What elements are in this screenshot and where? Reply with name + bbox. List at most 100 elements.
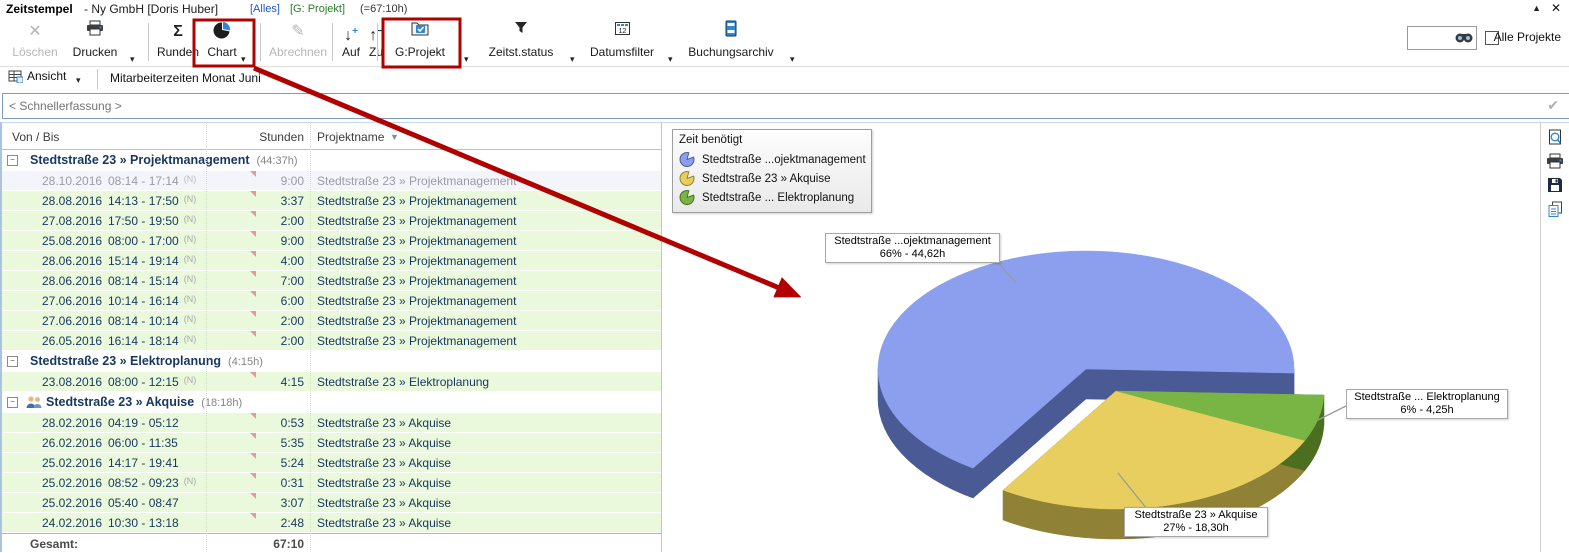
table-row[interactable]: 28.10.201608:14 - 17:14(N) 9:00 Stedtstr… (2, 171, 661, 191)
table-footer-row: Gesamt: 67:10 (2, 533, 661, 552)
pie-chart-icon (200, 20, 244, 44)
copy-pages-icon (1547, 201, 1564, 218)
print-chart-button[interactable] (1546, 153, 1564, 171)
column-header-von-bis[interactable]: Von / Bis (12, 130, 59, 144)
chart-dropdown-icon[interactable]: ▾ (241, 54, 246, 65)
delete-x-icon: ✕ (10, 20, 60, 44)
filter-funnel-icon (480, 20, 562, 44)
pie-label-projektmanagement: Stedtstraße ...ojektmanagement 66% - 44,… (825, 233, 1000, 263)
table-row[interactable]: 24.02.201610:30 - 13:18 2:48 Stedtstraße… (2, 513, 661, 533)
search-input[interactable] (1410, 29, 1456, 47)
table-body: − Stedtstraße 23 » Projektmanagement(44:… (2, 150, 661, 533)
grid-view-icon (8, 69, 23, 86)
table-row[interactable]: 25.08.201608:00 - 17:00(N) 9:00 Stedtstr… (2, 231, 661, 251)
legend-item: Stedtstraße ... Elektroplanung (679, 188, 865, 207)
total-hours: 67:10 (206, 537, 304, 551)
booking-archive-dropdown-icon[interactable]: ▾ (790, 54, 795, 65)
time-entries-table: Von / Bis Stunden Projektname ▼ − Stedts… (0, 122, 661, 552)
chart-panel: Zeit benötigt Stedtstraße ...ojektmanage… (661, 122, 1540, 552)
binoculars-icon (1454, 30, 1474, 44)
collapse-window-icon[interactable]: ▲ (1532, 3, 1541, 13)
printer-icon (66, 20, 124, 44)
group-row[interactable]: − Stedtstraße 23 » Akquise(18:18h) (2, 392, 661, 413)
team-icon (25, 395, 43, 412)
pie-label-akquise: Stedtstraße 23 » Akquise 27% - 18,30h (1124, 507, 1268, 537)
copy-button[interactable] (1546, 201, 1564, 219)
legend-item: Stedtstraße 23 » Akquise (679, 169, 865, 188)
table-row[interactable]: 27.08.201617:50 - 19:50(N) 2:00 Stedtstr… (2, 211, 661, 231)
pie-slice-icon (679, 151, 696, 168)
pie-label-elektroplanung: Stedtstraße ... Elektroplanung 6% - 4,25… (1346, 389, 1508, 419)
timestamp-status-button[interactable]: Zeitst.status (480, 20, 562, 64)
svg-text:12: 12 (618, 28, 626, 35)
table-row[interactable]: 28.06.201608:14 - 15:14(N) 7:00 Stedtstr… (2, 271, 661, 291)
table-row[interactable]: 27.06.201608:14 - 10:14(N) 2:00 Stedtstr… (2, 311, 661, 331)
column-header-stunden[interactable]: Stunden (254, 130, 304, 144)
chart-button[interactable]: Chart (200, 20, 244, 64)
current-view-name: Mitarbeiterzeiten Monat Juni (110, 71, 261, 85)
window-title: - Ny GmbH [Doris Huber] (84, 2, 218, 16)
legend-item: Stedtstraße ...ojektmanagement (679, 150, 865, 169)
quick-entry-input[interactable] (2, 93, 1569, 119)
printer-icon (1546, 153, 1564, 169)
main-toolbar: ✕ Löschen Drucken ▾ Σ Runden Chart ▾ ✎ A… (0, 18, 1569, 67)
filter-tag-projekt: [G: Projekt] (290, 3, 345, 15)
plus-icon: + (352, 26, 358, 37)
floppy-disk-icon (1547, 177, 1563, 193)
app-title: Zeitstempel (6, 2, 73, 16)
project-group-button[interactable]: G:Projekt (388, 20, 452, 64)
chart-side-toolbar (1540, 122, 1569, 552)
folder-check-icon (388, 20, 452, 44)
table-row[interactable]: 28.06.201615:14 - 19:14(N) 4:00 Stedtstr… (2, 251, 661, 271)
billing-pen-icon: ✎ (268, 20, 328, 44)
sigma-icon: Σ (156, 20, 200, 44)
clock-in-button[interactable]: ↓+ Auf (338, 20, 364, 64)
collapse-toggle-icon[interactable]: − (7, 356, 18, 367)
column-header-projektname[interactable]: Projektname (317, 130, 384, 144)
total-label: Gesamt: (30, 537, 78, 551)
print-button[interactable]: Drucken (66, 20, 124, 64)
group-row[interactable]: − Stedtstraße 23 » Elektroplanung(4:15h) (2, 351, 661, 372)
filter-tag-alles: [Alles] (250, 3, 280, 15)
billing-button[interactable]: ✎ Abrechnen (268, 20, 328, 64)
chart-legend: Zeit benötigt Stedtstraße ...ojektmanage… (672, 129, 872, 213)
archive-icon (684, 20, 778, 44)
preview-button[interactable] (1546, 129, 1564, 147)
project-group-dropdown-icon[interactable]: ▾ (464, 54, 469, 65)
collapse-toggle-icon[interactable]: − (7, 155, 18, 166)
confirm-check-icon[interactable]: ✔ (1547, 97, 1559, 114)
arrow-down-icon: ↓ (344, 27, 352, 44)
round-button[interactable]: Σ Runden (156, 20, 200, 64)
print-dropdown-icon[interactable]: ▾ (130, 54, 135, 65)
table-row[interactable]: 26.02.201606:00 - 11:35 5:35 Stedtstraße… (2, 433, 661, 453)
save-button[interactable] (1546, 177, 1564, 195)
table-row[interactable]: 28.02.201604:19 - 05:12 0:53 Stedtstraße… (2, 413, 661, 433)
total-hours-badge: (=67:10h) (360, 3, 407, 15)
delete-button[interactable]: ✕ Löschen (10, 20, 60, 64)
table-row[interactable]: 28.08.201614:13 - 17:50(N) 3:37 Stedtstr… (2, 191, 661, 211)
booking-archive-button[interactable]: Buchungsarchiv (684, 20, 778, 64)
search-box (1407, 26, 1477, 50)
title-bar: Zeitstempel - Ny GmbH [Doris Huber] [All… (0, 0, 1569, 19)
clock-out-button[interactable]: ↑− Zu (364, 20, 388, 64)
table-row[interactable]: 25.02.201614:17 - 19:41 5:24 Stedtstraße… (2, 453, 661, 473)
table-row[interactable]: 25.02.201608:52 - 09:23(N) 0:31 Stedtstr… (2, 473, 661, 493)
group-row[interactable]: − Stedtstraße 23 » Projektmanagement(44:… (2, 150, 661, 171)
sort-descending-icon[interactable]: ▼ (390, 132, 399, 142)
collapse-toggle-icon[interactable]: − (7, 397, 18, 408)
date-filter-button[interactable]: 12 Datumsfilter (584, 20, 660, 64)
view-dropdown-icon[interactable]: ▾ (76, 75, 81, 86)
pie-slice-icon (679, 189, 696, 206)
table-row[interactable]: 27.06.201610:14 - 16:14(N) 6:00 Stedtstr… (2, 291, 661, 311)
close-window-icon[interactable]: ✕ (1551, 1, 1561, 15)
table-row[interactable]: 26.05.201616:14 - 18:14(N) 2:00 Stedtstr… (2, 331, 661, 351)
arrow-up-icon: ↑ (369, 27, 377, 44)
pie-slice-icon (679, 170, 696, 187)
table-row[interactable]: 23.08.201608:00 - 12:15(N) 4:15 Stedtstr… (2, 372, 661, 392)
view-bar: Ansicht ▾ Mitarbeiterzeiten Monat Juni (0, 67, 1569, 91)
calendar-icon: 12 (584, 20, 660, 44)
timestamp-status-dropdown-icon[interactable]: ▾ (570, 54, 575, 65)
table-row[interactable]: 25.02.201605:40 - 08:47 3:07 Stedtstraße… (2, 493, 661, 513)
view-button[interactable]: Ansicht (8, 69, 66, 89)
date-filter-dropdown-icon[interactable]: ▾ (668, 54, 673, 65)
